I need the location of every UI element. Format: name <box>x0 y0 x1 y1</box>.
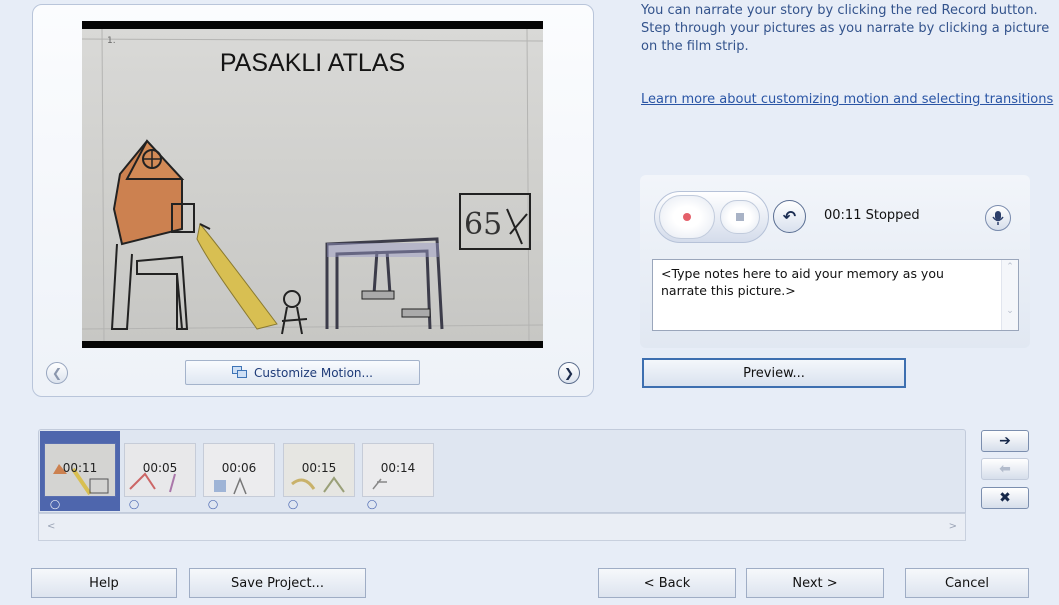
arrow-right-icon: ➔ <box>999 433 1011 449</box>
narration-time: 00:11 <box>824 208 862 223</box>
slide-title: PASAKLI ATLAS <box>219 49 406 77</box>
close-icon: ✖ <box>999 490 1011 506</box>
microphone-icon <box>992 211 1004 225</box>
learn-more-link[interactable]: Learn more about customizing motion and … <box>641 90 1057 109</box>
arrow-left-icon: ⬅ <box>999 461 1011 477</box>
scroll-down-icon[interactable]: ⌄ <box>1002 306 1018 316</box>
move-picture-right-button[interactable]: ➔ <box>981 430 1029 452</box>
thumbnail-duration: 00:11 <box>62 461 98 475</box>
narration-marker-icon: ◯ <box>208 500 219 510</box>
cancel-button[interactable]: Cancel <box>905 568 1029 598</box>
notes-scrollbar[interactable]: ⌃ ⌄ <box>1001 260 1018 330</box>
filmstrip-thumbnail-2[interactable]: 00:05 <box>124 443 196 497</box>
filmstrip-thumbnail-5[interactable]: 00:14 <box>362 443 434 497</box>
scroll-right-icon[interactable]: > <box>949 521 957 532</box>
slide-preview: 1. 65 PASAKLI ATLAS <box>82 21 543 348</box>
microphone-button[interactable] <box>985 205 1011 231</box>
narration-marker-icon: ◯ <box>129 500 140 510</box>
stop-button[interactable] <box>720 200 760 234</box>
customize-motion-label: Customize Motion... <box>254 365 373 380</box>
stop-icon <box>736 213 744 221</box>
help-button[interactable]: Help <box>31 568 177 598</box>
next-picture-button[interactable]: ❯ <box>558 362 580 384</box>
scroll-up-icon[interactable]: ⌃ <box>1002 262 1018 272</box>
svg-text:1.: 1. <box>107 36 116 46</box>
next-button[interactable]: Next > <box>746 568 884 598</box>
motion-icon <box>232 366 248 379</box>
narration-marker-icon: ◯ <box>50 500 61 510</box>
narration-instructions: You can narrate your story by clicking t… <box>641 3 1050 54</box>
chevron-left-icon: ❮ <box>51 366 63 380</box>
thumbnail-duration: 00:14 <box>380 461 416 475</box>
filmstrip-thumbnail-3[interactable]: 00:06 <box>203 443 275 497</box>
narration-marker-icon: ◯ <box>288 500 299 510</box>
filmstrip-thumbnail-4[interactable]: 00:15 <box>283 443 355 497</box>
svg-text:65: 65 <box>464 207 502 242</box>
record-button[interactable] <box>659 195 715 239</box>
preview-button[interactable]: Preview... <box>642 358 906 388</box>
drawing-picture: 1. 65 PASAKLI ATLAS <box>82 29 543 341</box>
customize-motion-button[interactable]: Customize Motion... <box>185 360 420 385</box>
scroll-left-icon[interactable]: < <box>47 521 55 532</box>
narration-state: Stopped <box>865 208 920 223</box>
narration-marker-icon: ◯ <box>367 500 378 510</box>
notes-text: <Type notes here to aid your memory as y… <box>661 266 944 298</box>
notes-textarea[interactable]: <Type notes here to aid your memory as y… <box>652 259 1019 331</box>
thumbnail-duration: 00:15 <box>301 461 337 475</box>
move-picture-left-button[interactable]: ⬅ <box>981 458 1029 480</box>
previous-picture-button[interactable]: ❮ <box>46 362 68 384</box>
thumbnail-duration: 00:05 <box>142 461 178 475</box>
record-icon <box>683 213 691 221</box>
filmstrip-thumbnail-1[interactable]: 00:11 <box>44 443 116 497</box>
filmstrip-scrollbar[interactable]: < > <box>38 513 966 541</box>
save-project-button[interactable]: Save Project... <box>189 568 366 598</box>
thumbnail-duration: 00:06 <box>221 461 257 475</box>
chevron-right-icon: ❯ <box>563 366 575 380</box>
undo-button[interactable]: ↶ <box>773 200 806 233</box>
undo-icon: ↶ <box>782 207 797 226</box>
remove-picture-button[interactable]: ✖ <box>981 487 1029 509</box>
narration-status: 00:11 Stopped <box>824 208 920 223</box>
back-button[interactable]: < Back <box>598 568 736 598</box>
